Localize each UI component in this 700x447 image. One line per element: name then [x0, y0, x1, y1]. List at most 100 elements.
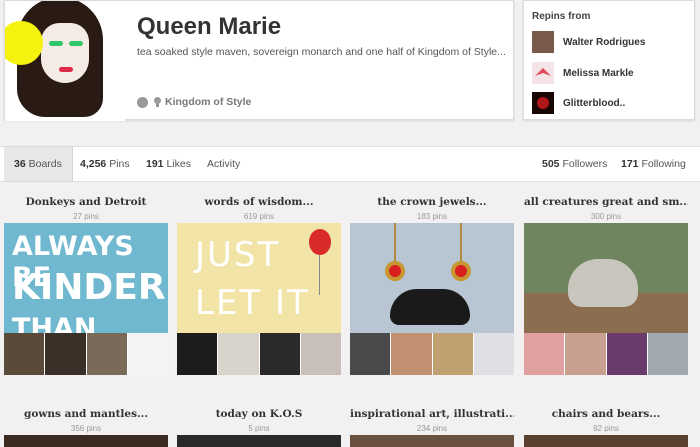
avatar[interactable] — [5, 1, 125, 121]
board-thumbnail[interactable] — [647, 333, 688, 375]
board-pin-count: 356 pins — [70, 424, 102, 433]
location-pin-icon — [154, 97, 161, 107]
board-thumbnail[interactable] — [350, 333, 391, 375]
tab-activity-label: Activity — [207, 158, 241, 170]
board-card[interactable]: all creatures great and sm... 300 pins — [524, 196, 688, 375]
balloon-icon — [309, 229, 331, 255]
board-thumbnail[interactable] — [218, 333, 259, 375]
board-title[interactable]: words of wisdom... — [177, 196, 341, 208]
board-cover-image[interactable] — [4, 435, 168, 447]
avatar-lips — [59, 67, 73, 72]
profile-card: Queen Marie tea soaked style maven, sove… — [4, 0, 514, 121]
board-title[interactable]: gowns and mantles... — [4, 408, 168, 420]
repin-user-avatar — [532, 62, 554, 84]
board-pin-count: 234 pins — [416, 424, 448, 433]
board-cover-image[interactable]: JUST LET IT — [177, 223, 341, 333]
profile-bio: tea soaked style maven, sovereign monarc… — [137, 46, 506, 58]
board-thumbnails — [4, 333, 168, 375]
board-thumbnail[interactable] — [391, 333, 432, 375]
board-pin-count: 92 pins — [593, 424, 619, 433]
dog-figure — [568, 259, 638, 307]
board-thumbnail[interactable] — [177, 333, 218, 375]
board-thumbnail[interactable] — [259, 333, 300, 375]
board-thumbnail[interactable] — [432, 333, 473, 375]
tab-boards[interactable]: 36 Boards — [4, 147, 73, 181]
tab-likes-count: 191 — [146, 158, 164, 170]
jewel-icon — [385, 261, 405, 281]
board-cover-image[interactable]: ALWAYS BE KINDER THAN YOU — [4, 223, 168, 333]
cover-text: KINDER — [12, 267, 166, 308]
board-card[interactable]: inspirational art, illustrati... 234 pin… — [350, 408, 514, 447]
board-thumbnail[interactable] — [565, 333, 606, 375]
tab-following-count: 171 — [621, 158, 639, 170]
board-cover-image[interactable] — [524, 435, 688, 447]
profile-links: Kingdom of Style — [137, 96, 251, 108]
repin-user[interactable]: Glitterblood.. — [532, 92, 625, 114]
board-thumbnails — [524, 333, 688, 375]
board-card[interactable]: today on K.O.S 5 pins — [177, 408, 341, 447]
board-card[interactable]: the crown jewels... 183 pins — [350, 196, 514, 375]
board-thumbnail[interactable] — [606, 333, 647, 375]
board-thumbnail[interactable] — [127, 333, 168, 375]
repin-user[interactable]: Walter Rodrigues — [532, 31, 645, 53]
board-cover-image[interactable] — [524, 223, 688, 333]
board-cover-image[interactable] — [350, 223, 514, 333]
board-card[interactable]: Donkeys and Detroit 27 pins ALWAYS BE KI… — [4, 196, 168, 375]
repins-panel: Repins from Walter Rodrigues Melissa Mar… — [523, 0, 695, 120]
board-pin-count: 27 pins — [73, 212, 99, 221]
avatar-face — [41, 23, 89, 83]
profile-location: Kingdom of Style — [165, 96, 252, 108]
board-thumbnail[interactable] — [45, 333, 86, 375]
board-card[interactable]: chairs and bears... 92 pins — [524, 408, 688, 447]
tab-activity[interactable]: Activity — [197, 147, 250, 181]
repin-user[interactable]: Melissa Markle — [532, 62, 634, 84]
board-card[interactable]: words of wisdom... 619 pins JUST LET IT — [177, 196, 341, 375]
profile-name: Queen Marie — [137, 13, 282, 40]
bear-figure — [390, 289, 470, 325]
board-thumbnail[interactable] — [473, 333, 514, 375]
tab-likes-label: Likes — [166, 158, 191, 170]
tab-followers-count: 505 — [542, 158, 560, 170]
board-title[interactable]: all creatures great and sm... — [524, 196, 688, 208]
board-card[interactable]: gowns and mantles... 356 pins — [4, 408, 168, 447]
tab-boards-label: Boards — [28, 158, 62, 170]
cover-text: THAN YOU — [12, 313, 97, 333]
jewel-icon — [451, 261, 471, 281]
cover-text: LET IT — [195, 283, 310, 323]
repins-heading: Repins from — [532, 11, 591, 22]
board-pin-count: 5 pins — [248, 424, 270, 433]
profile-tabbar: 36 Boards 4,256 Pins 191 Likes Activity … — [0, 146, 700, 182]
board-title[interactable]: Donkeys and Detroit — [4, 196, 168, 208]
avatar-eye — [69, 41, 83, 46]
tab-following-label: Following — [641, 158, 686, 170]
globe-icon[interactable] — [137, 96, 148, 108]
board-thumbnail[interactable] — [300, 333, 341, 375]
board-pin-count: 183 pins — [416, 212, 448, 221]
board-thumbnail[interactable] — [524, 333, 565, 375]
cover-text: JUST — [195, 235, 281, 275]
board-cover-image[interactable] — [177, 435, 341, 447]
bird-icon — [535, 68, 551, 76]
tab-pins-count: 4,256 — [80, 158, 107, 170]
tab-followers[interactable]: 505 Followers — [532, 147, 617, 181]
repin-user-name: Melissa Markle — [563, 67, 634, 79]
flower-icon — [537, 97, 549, 109]
tab-boards-count: 36 — [14, 158, 26, 170]
balloon-string — [319, 255, 320, 295]
board-title[interactable]: chairs and bears... — [524, 408, 688, 420]
board-thumbnail[interactable] — [86, 333, 127, 375]
tab-pins[interactable]: 4,256 Pins — [70, 147, 140, 181]
board-thumbnail[interactable] — [4, 333, 45, 375]
board-cover-image[interactable] — [350, 435, 514, 447]
tab-following[interactable]: 171 Following — [611, 147, 696, 181]
board-pin-count: 619 pins — [243, 212, 275, 221]
board-pin-count: 300 pins — [590, 212, 622, 221]
tab-pins-label: Pins — [109, 158, 130, 170]
board-title[interactable]: today on K.O.S — [177, 408, 341, 420]
repin-user-name: Glitterblood.. — [563, 97, 626, 109]
board-title[interactable]: inspirational art, illustrati... — [350, 408, 514, 420]
board-thumbnails — [350, 333, 514, 375]
board-title[interactable]: the crown jewels... — [350, 196, 514, 208]
tab-likes[interactable]: 191 Likes — [136, 147, 201, 181]
board-thumbnails — [177, 333, 341, 375]
